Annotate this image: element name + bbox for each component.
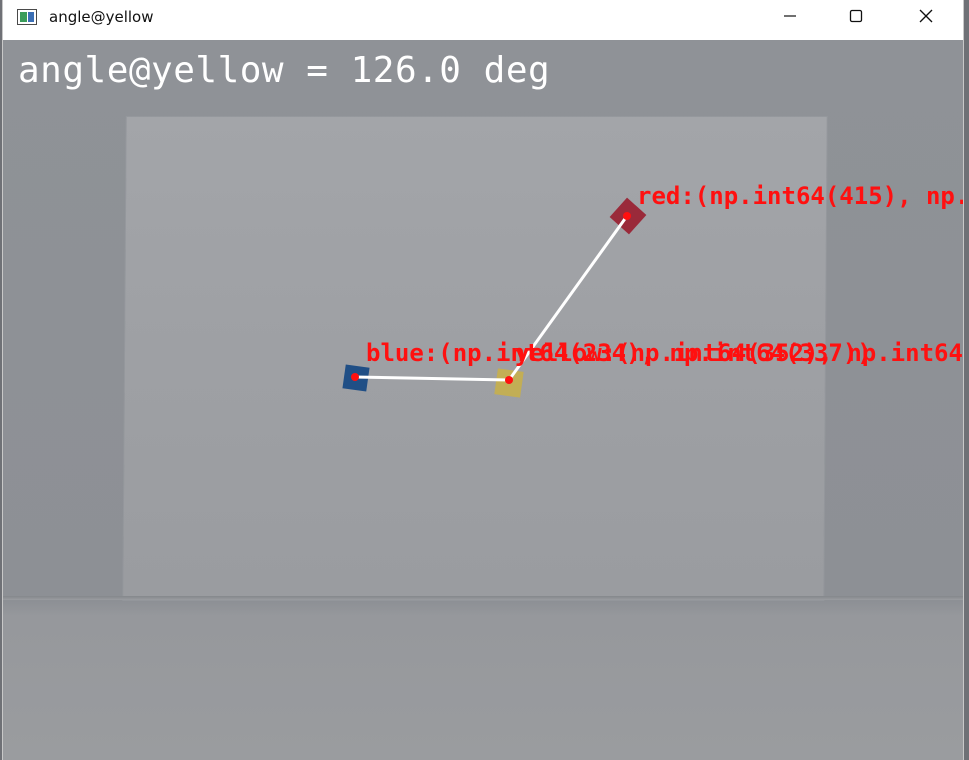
- minimize-icon: [784, 15, 796, 17]
- minimize-button[interactable]: [767, 0, 813, 32]
- maximize-button[interactable]: [833, 0, 879, 32]
- window-title: angle@yellow: [49, 8, 154, 26]
- app-window: angle@yellow angle@yellow = 126.0 deg bl…: [2, 0, 964, 760]
- annotation-overlay: [351, 212, 631, 384]
- title-bar[interactable]: angle@yellow: [3, 0, 963, 40]
- yellow-coordinate-label: yellow:(np.int64(352), np.int64(337)): [515, 339, 963, 367]
- red-coordinate-label: red:(np.int64(415), np.int64(173)): [637, 182, 963, 210]
- camera-view: angle@yellow = 126.0 deg blue:(np.int64(…: [3, 40, 963, 760]
- blue-point: [351, 373, 359, 381]
- blue-yellow-line: [354, 375, 510, 382]
- angle-readout: angle@yellow = 126.0 deg: [18, 50, 551, 91]
- yellow-point: [505, 376, 513, 384]
- close-button[interactable]: [903, 0, 949, 32]
- opencv-window-icon: [17, 9, 37, 25]
- close-icon: [919, 9, 933, 23]
- red-point: [623, 212, 631, 220]
- maximize-icon: [849, 9, 863, 23]
